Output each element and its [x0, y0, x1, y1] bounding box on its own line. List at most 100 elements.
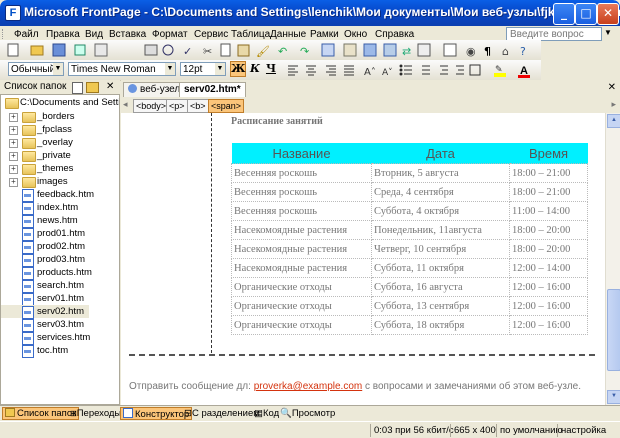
minimize-button[interactable]: _ — [553, 3, 575, 25]
expand-icon[interactable]: + — [9, 152, 18, 161]
file-label: prod01.htm — [37, 228, 86, 239]
table-row[interactable]: Органические отходы Суббота, 13 сентября 1… — [231, 296, 588, 316]
html-file-icon — [22, 332, 34, 345]
design-canvas[interactable]: Расписание занятий Название Дата Время В… — [121, 113, 605, 405]
table-cell[interactable]: 12:00 – 16:00 — [509, 315, 588, 335]
table-cell[interactable]: Суббота, 11 октября — [371, 258, 510, 278]
close-document-icon[interactable]: ✕ — [608, 82, 616, 93]
chevron-down-icon[interactable]: ▼ — [165, 63, 175, 75]
close-panel-icon[interactable]: ✕ — [106, 80, 114, 94]
table-cell[interactable]: 11:00 – 14:00 — [509, 201, 588, 221]
table-row[interactable]: Насекомоядные растения Понедельник, 11авг… — [231, 220, 588, 240]
new-page-icon[interactable] — [72, 82, 83, 94]
font-select[interactable]: Times New Roman ▼ — [68, 62, 176, 76]
tag-scroll-right-icon[interactable]: ▸ — [611, 99, 616, 110]
table-row[interactable]: Органические отходы Суббота, 18 октября 12… — [231, 315, 588, 335]
folder-icon — [22, 138, 36, 149]
standard-toolbar-icons[interactable]: ✓ ✂ 🖌 ↶ ↷ ⇄ ◉ ¶ ⌂ ? — [0, 40, 541, 60]
svg-text:¶: ¶ — [484, 45, 491, 58]
table-cell[interactable]: 12:00 – 16:00 — [509, 296, 588, 316]
expand-icon[interactable]: + — [9, 165, 18, 174]
close-button[interactable]: ✕ — [597, 3, 619, 25]
table-cell[interactable]: Органические отходы — [231, 296, 372, 316]
table-cell[interactable]: Суббота, 4 октября — [371, 201, 510, 221]
chevron-down-icon[interactable]: ▼ — [215, 63, 225, 75]
table-header: Название — [231, 143, 372, 164]
tag-b[interactable]: <b> — [187, 99, 209, 113]
frontpage-app-icon[interactable]: F — [5, 5, 21, 21]
email-link[interactable]: proverka@example.com — [254, 381, 363, 392]
table-cell[interactable]: 18:00 – 21:00 — [509, 163, 588, 183]
table-row[interactable]: Весенняя роскошь Суббота, 4 октября 11:00 … — [231, 201, 588, 221]
table-cell[interactable]: Насекомоядные растения — [231, 258, 372, 278]
expand-icon[interactable]: + — [9, 113, 18, 122]
standard-toolbar: ✓ ✂ 🖌 ↶ ↷ ⇄ ◉ ¶ ⌂ ? — [0, 40, 541, 61]
font-select-value: Times New Roman — [71, 64, 156, 75]
scroll-up-icon[interactable]: ▲ — [607, 114, 620, 128]
tag-span[interactable]: <span> — [208, 99, 245, 113]
folder-icon — [22, 151, 36, 162]
tab-website[interactable]: веб-узел — [123, 82, 186, 97]
table-cell[interactable]: 18:00 – 21:00 — [509, 182, 588, 202]
table-cell[interactable]: Весенняя роскошь — [231, 182, 372, 202]
svg-text:✓: ✓ — [183, 45, 192, 58]
table-row[interactable]: Органические отходы Суббота, 16 августа 12… — [231, 277, 588, 297]
expand-icon[interactable]: + — [9, 139, 18, 148]
html-file-icon — [22, 241, 34, 254]
file-item-selected[interactable]: serv02.htm — [1, 305, 89, 319]
expand-icon[interactable]: + — [9, 126, 18, 135]
view-navigation-button[interactable]: ⊞Переходы — [68, 407, 123, 420]
ask-dropdown-icon[interactable]: ▼ — [604, 28, 612, 37]
underline-button[interactable]: Ч — [264, 62, 278, 76]
italic-button[interactable]: К — [248, 62, 262, 76]
formatting-toolbar-icons[interactable]: A˄ A˅ ✎ A — [284, 60, 584, 80]
table-cell[interactable]: Весенняя роскошь — [231, 163, 372, 183]
table-cell[interactable]: Суббота, 13 сентября — [371, 296, 510, 316]
table-cell[interactable]: Органические отходы — [231, 315, 372, 335]
table-cell[interactable]: Четверг, 10 сентября — [371, 239, 510, 259]
table-cell[interactable]: 18:00 – 20:00 — [509, 239, 588, 259]
table-cell[interactable]: 12:00 – 14:00 — [509, 258, 588, 278]
table-cell[interactable]: Среда, 4 сентября — [371, 182, 510, 202]
window-title: Microsoft FrontPage - C:\Documents and S… — [24, 5, 620, 19]
status-page-size[interactable]: 665 x 400 — [450, 424, 496, 437]
tag-scroll-left-icon[interactable]: ◂ — [123, 99, 128, 110]
style-select[interactable]: Обычный ▼ — [8, 62, 64, 76]
table-cell[interactable]: Суббота, 18 октября — [371, 315, 510, 335]
font-size-select[interactable]: 12pt ▼ — [180, 62, 226, 76]
table-cell[interactable]: Насекомоядные растения — [231, 220, 372, 240]
view-code-button[interactable]: ▤Код — [252, 407, 281, 420]
table-cell[interactable]: 18:00 – 20:00 — [509, 220, 588, 240]
table-cell[interactable]: Весенняя роскошь — [231, 201, 372, 221]
table-row[interactable]: Весенняя роскошь Среда, 4 сентября 18:00 –… — [231, 182, 588, 202]
tag-body[interactable]: <body> — [133, 99, 170, 113]
scroll-down-icon[interactable]: ▼ — [607, 390, 620, 404]
table-cell[interactable]: Вторник, 5 августа — [371, 163, 510, 183]
table-row[interactable]: Насекомоядные растения Суббота, 11 октябр… — [231, 258, 588, 278]
table-row[interactable]: Насекомоядные растения Четверг, 10 сентяб… — [231, 239, 588, 259]
shared-border-line — [129, 354, 595, 356]
tag-p[interactable]: <p> — [166, 99, 188, 113]
view-preview-button[interactable]: 🔍Просмотр — [278, 407, 337, 420]
maximize-button[interactable]: □ — [575, 3, 597, 25]
file-label: serv03.htm — [37, 319, 84, 330]
view-split-button[interactable]: ⊟С разделением — [182, 407, 262, 420]
table-cell[interactable]: Понедельник, 11августа — [371, 220, 510, 240]
expand-icon[interactable]: + — [9, 178, 18, 187]
table-row[interactable]: Весенняя роскошь Вторник, 5 августа 18:00 … — [231, 163, 588, 183]
ask-question-input[interactable]: Введите вопрос — [506, 27, 602, 41]
table-cell[interactable]: 12:00 – 16:00 — [509, 277, 588, 297]
new-folder-icon[interactable] — [86, 82, 99, 93]
bold-button[interactable]: Ж — [230, 61, 246, 77]
chevron-down-icon[interactable]: ▼ — [53, 63, 63, 75]
table-cell[interactable]: Органические отходы — [231, 277, 372, 297]
vertical-scrollbar[interactable]: ▲ ▼ — [605, 113, 620, 405]
table-cell[interactable]: Насекомоядные растения — [231, 239, 372, 259]
folder-icon — [22, 177, 36, 188]
folder-icon — [22, 164, 36, 175]
tab-serv02[interactable]: serv02.htm* — [179, 82, 246, 97]
scroll-thumb[interactable] — [607, 289, 620, 371]
table-cell[interactable]: Суббота, 16 августа — [371, 277, 510, 297]
status-download-time: 0:03 при 56 кбит/с — [370, 424, 454, 437]
schedule-table[interactable]: Название Дата Время Весенняя роскошь Втор… — [231, 143, 588, 335]
